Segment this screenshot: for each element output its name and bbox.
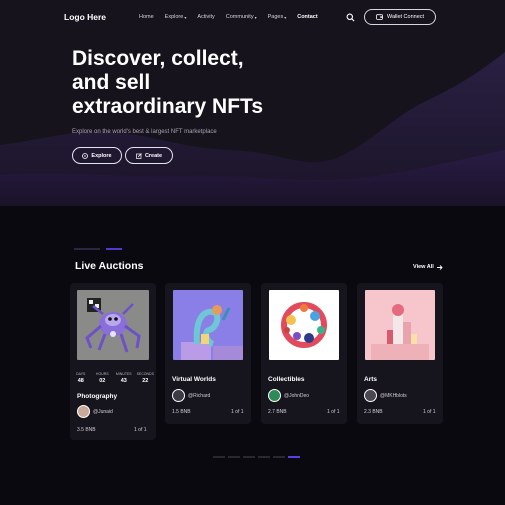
nft-artwork-collectibles: [269, 290, 339, 360]
owner-name: @MKHblots: [380, 392, 407, 399]
auction-card-arts[interactable]: Arts @MKHblots 2.3 BNB 1 of 1: [357, 283, 443, 424]
menu-item-explore[interactable]: Explore ▾: [165, 14, 187, 20]
menu-item-label: Pages: [267, 14, 284, 20]
carousel-dot[interactable]: [213, 456, 225, 458]
main-menu: Home Explore ▾ Activity Community ▾ Pages ▾…: [139, 14, 329, 20]
carousel-dot[interactable]: [228, 456, 240, 458]
carousel-dot[interactable]: [258, 456, 270, 458]
owner-name: @Richard: [188, 392, 211, 399]
card-title[interactable]: Arts: [364, 376, 377, 383]
timer-days: DAYS 48: [72, 372, 90, 384]
owner-name: @Junaid: [93, 408, 113, 415]
card-price: 2.3 BNB: [364, 409, 383, 415]
card-price: 1.5 BNB: [172, 409, 191, 415]
card-edition: 1 of 1: [327, 409, 340, 415]
card-owner[interactable]: @JohnDeo: [268, 389, 309, 402]
avatar: [77, 405, 90, 418]
auction-card-collectibles[interactable]: Collectibles @JohnDeo 2.7 BNB 1 of 1: [261, 283, 347, 424]
timer-seconds: SECONDS 22: [136, 372, 154, 384]
avatar: [268, 389, 281, 402]
menu-item-home[interactable]: Home: [139, 14, 154, 20]
card-edition: 1 of 1: [423, 409, 436, 415]
hero-section: Logo Here Home Explore ▾ Activity Communi…: [0, 0, 505, 206]
carousel-pagination: [213, 456, 300, 458]
nft-artwork-arts: [365, 290, 435, 360]
owner-name: @JohnDeo: [284, 392, 310, 399]
card-title[interactable]: Photography: [77, 393, 117, 400]
hero-title: Discover, collect, and sell extraordinar…: [72, 47, 332, 119]
menu-item-community[interactable]: Community ▾: [226, 14, 257, 20]
card-price: 3.5 BNB: [77, 427, 96, 433]
menu-item-pages[interactable]: Pages ▾: [268, 14, 287, 20]
menu-item-label: Contact: [297, 14, 318, 20]
search-icon[interactable]: [346, 13, 355, 22]
card-title[interactable]: Collectibles: [268, 376, 304, 383]
timer-value: 22: [142, 378, 149, 384]
wallet-connect-button[interactable]: Wallet Connect: [364, 9, 436, 25]
create-button[interactable]: Create: [125, 147, 173, 164]
nft-artwork-virtual-worlds: [173, 290, 243, 360]
carousel-dot[interactable]: [243, 456, 255, 458]
arrow-right-icon: [436, 264, 443, 270]
explore-label: Explore: [91, 152, 112, 159]
timer-value: 02: [99, 378, 106, 384]
menu-item-label: Explore: [164, 14, 184, 20]
timer-minutes: MINUTES 43: [115, 372, 133, 384]
card-price: 2.7 BNB: [268, 409, 287, 415]
compass-icon: [82, 152, 89, 159]
create-label: Create: [144, 152, 163, 159]
card-edition: 1 of 1: [231, 409, 244, 415]
chevron-down-icon: ▾: [284, 14, 287, 20]
card-owner[interactable]: @Junaid: [77, 405, 113, 418]
countdown-timer: DAYS 48 HOURS 02 MINUTES 43 SECONDS 22: [70, 372, 156, 384]
section-divider-accent: [106, 248, 122, 250]
card-title[interactable]: Virtual Worlds: [172, 376, 216, 383]
section-divider: [74, 248, 100, 250]
wallet-connect-label: Wallet Connect: [386, 14, 425, 20]
chevron-down-icon: ▾: [184, 14, 187, 20]
nft-image[interactable]: [173, 290, 243, 360]
avatar: [364, 389, 377, 402]
timer-label: MINUTES: [115, 372, 132, 376]
hero-title-line: Discover, collect,: [72, 47, 244, 70]
timer-label: DAYS: [76, 372, 86, 376]
card-edition: 1 of 1: [134, 427, 147, 433]
menu-item-label: Home: [139, 14, 154, 20]
wallet-icon: [376, 14, 383, 20]
carousel-dot-active[interactable]: [288, 456, 300, 458]
nft-image[interactable]: [269, 290, 339, 360]
auction-card-virtual-worlds[interactable]: Virtual Worlds @Richard 1.5 BNB 1 of 1: [165, 283, 251, 424]
section-title: Live Auctions: [75, 260, 144, 272]
edit-icon: [136, 152, 142, 159]
nft-image[interactable]: [77, 290, 149, 360]
carousel-dot[interactable]: [273, 456, 285, 458]
chevron-down-icon: ▾: [254, 14, 257, 20]
card-owner[interactable]: @MKHblots: [364, 389, 407, 402]
menu-item-activity[interactable]: Activity: [197, 14, 214, 20]
card-owner[interactable]: @Richard: [172, 389, 210, 402]
view-all-label: View All: [413, 264, 434, 270]
view-all-link[interactable]: View All: [413, 264, 443, 270]
hero-subtitle: Explore on the world's best & largest NF…: [72, 129, 217, 135]
hero-title-line: and sell: [72, 71, 151, 94]
nft-image[interactable]: [365, 290, 435, 360]
hero-title-line: extraordinary NFTs: [72, 95, 263, 118]
logo[interactable]: Logo Here: [64, 12, 106, 22]
menu-item-label: Community: [225, 14, 254, 20]
timer-value: 43: [120, 378, 127, 384]
timer-hours: HOURS 02: [93, 372, 111, 384]
timer-label: HOURS: [95, 372, 109, 376]
explore-button[interactable]: Explore: [72, 147, 122, 164]
top-navigation: Logo Here Home Explore ▾ Activity Communi…: [0, 0, 505, 34]
menu-item-contact[interactable]: Contact: [297, 14, 317, 20]
avatar: [172, 389, 185, 402]
auction-card-photography[interactable]: DAYS 48 HOURS 02 MINUTES 43 SECONDS 22 Photo…: [70, 283, 156, 440]
menu-item-label: Activity: [197, 14, 215, 20]
timer-value: 48: [77, 378, 84, 384]
timer-label: SECONDS: [136, 372, 154, 376]
nft-artwork-spider: [77, 290, 149, 360]
